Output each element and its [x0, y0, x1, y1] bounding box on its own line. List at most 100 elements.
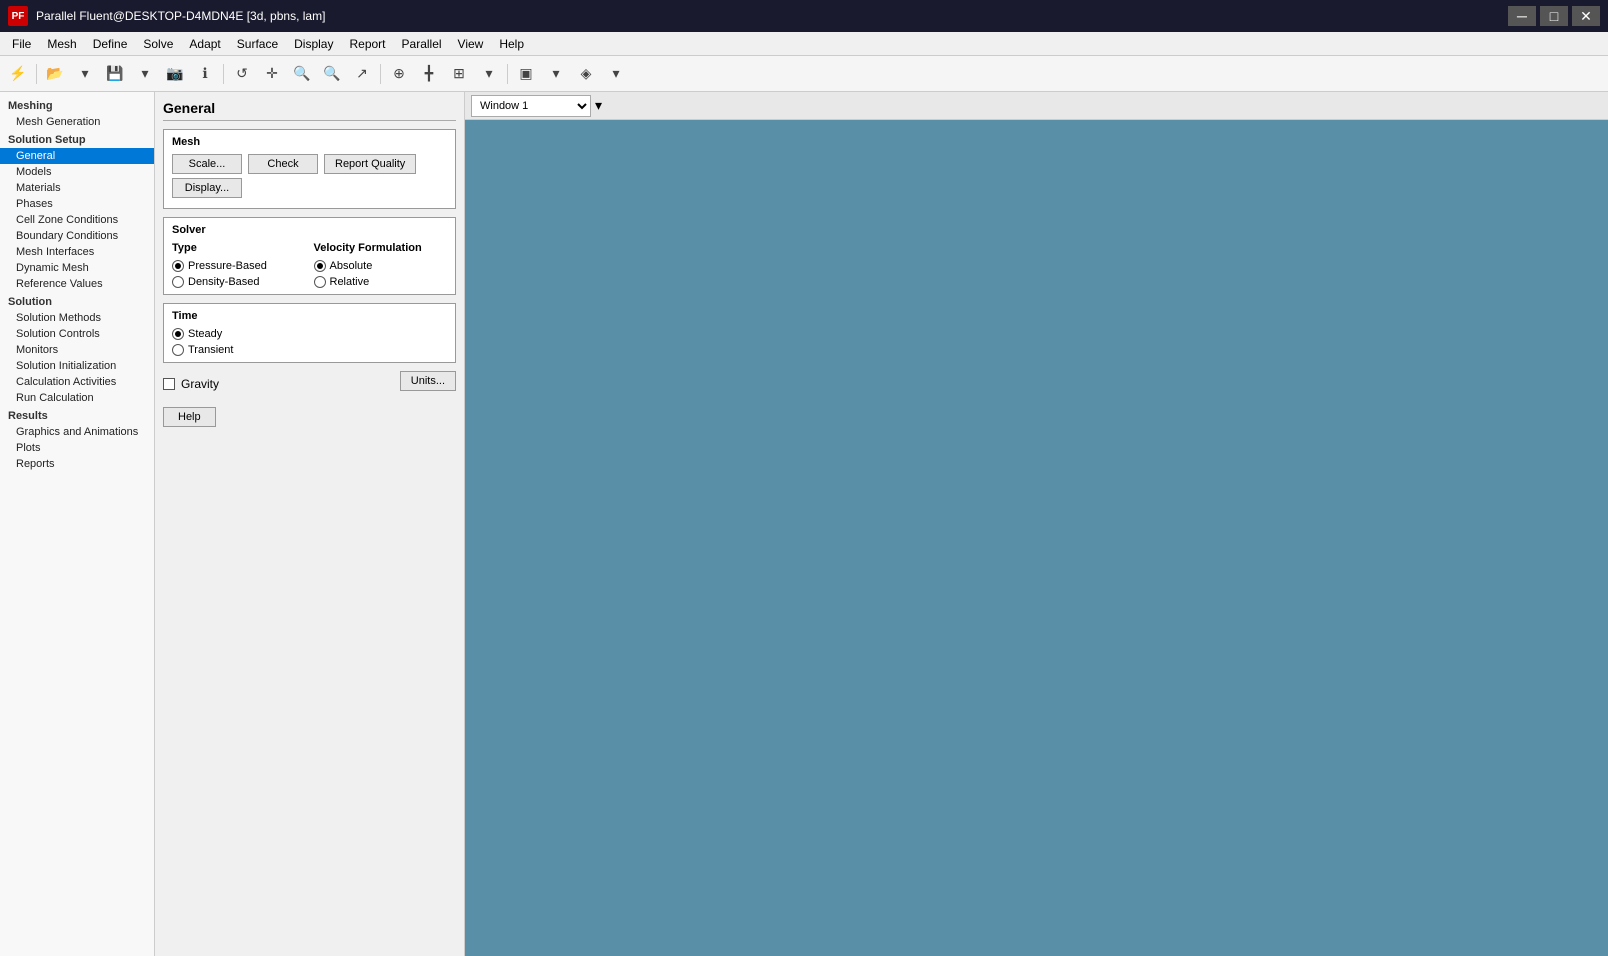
- pressure-based-radio[interactable]: Pressure-Based: [172, 260, 306, 272]
- sidebar-item-materials[interactable]: Materials: [0, 180, 154, 196]
- menu-view[interactable]: View: [450, 35, 492, 53]
- sidebar-item-monitors[interactable]: Monitors: [0, 342, 154, 358]
- maximize-button[interactable]: □: [1540, 6, 1568, 26]
- transient-indicator: [172, 344, 184, 356]
- time-group: Time Steady Transient: [163, 303, 456, 363]
- toolbar-zoom-out-btn[interactable]: 🔍: [318, 61, 346, 87]
- close-button[interactable]: ✕: [1572, 6, 1600, 26]
- viz-viewport: ANSYS R15.0 状态显示如下时，表示获得使用权限，可正常使用: [465, 120, 1608, 956]
- sidebar-item-run-calculation[interactable]: Run Calculation: [0, 390, 154, 406]
- sidebar-item-reports[interactable]: Reports: [0, 456, 154, 472]
- toolbar-color-btn[interactable]: ▣: [512, 61, 540, 87]
- absolute-label: Absolute: [330, 260, 373, 272]
- sidebar-item-solution-initialization[interactable]: Solution Initialization: [0, 358, 154, 374]
- toolbar-logo-btn[interactable]: ⚡: [4, 61, 32, 87]
- sidebar-item-reference-values[interactable]: Reference Values: [0, 276, 154, 292]
- menu-surface[interactable]: Surface: [229, 35, 286, 53]
- relative-radio[interactable]: Relative: [314, 276, 448, 288]
- toolbar-open-btn[interactable]: 📂: [41, 61, 69, 87]
- relative-indicator: [314, 276, 326, 288]
- toolbar-zoom-fit-btn[interactable]: ⊕: [385, 61, 413, 87]
- mesh-group-label: Mesh: [172, 136, 447, 148]
- sidebar-item-solution-controls[interactable]: Solution Controls: [0, 326, 154, 342]
- type-label: Type: [172, 242, 306, 254]
- toolbar-dropdown2-btn[interactable]: ▾: [131, 61, 159, 87]
- sidebar-item-general[interactable]: General: [0, 148, 154, 164]
- steady-radio[interactable]: Steady: [172, 328, 447, 340]
- toolbar-color-dropdown-btn[interactable]: ▾: [542, 61, 570, 87]
- units-button[interactable]: Units...: [400, 371, 456, 391]
- window-dropdown-icon[interactable]: ▾: [595, 97, 602, 114]
- window-controls: ─ □ ✕: [1508, 6, 1600, 26]
- sidebar-item-graphics-animations[interactable]: Graphics and Animations: [0, 424, 154, 440]
- toolbar: ⚡ 📂 ▾ 💾 ▾ 📷 ℹ ↺ ✛ 🔍 🔍 ↗ ⊕ ╋ ⊞ ▾ ▣ ▾ ◈ ▾: [0, 56, 1608, 92]
- toolbar-camera-btn[interactable]: 📷: [161, 61, 189, 87]
- pressure-based-label: Pressure-Based: [188, 260, 267, 272]
- mesh-btn-row-1: Scale... Check Report Quality: [172, 154, 447, 174]
- toolbar-bg-dropdown-btn[interactable]: ▾: [602, 61, 630, 87]
- check-button[interactable]: Check: [248, 154, 318, 174]
- toolbar-refresh-btn[interactable]: ↺: [228, 61, 256, 87]
- sidebar-section-results: Results: [0, 406, 154, 424]
- menu-help[interactable]: Help: [491, 35, 532, 53]
- density-based-radio[interactable]: Density-Based: [172, 276, 306, 288]
- sidebar-item-dynamic-mesh[interactable]: Dynamic Mesh: [0, 260, 154, 276]
- menu-display[interactable]: Display: [286, 35, 341, 53]
- toolbar-grid-dropdown-btn[interactable]: ▾: [475, 61, 503, 87]
- sidebar-section-meshing: Meshing: [0, 96, 154, 114]
- density-based-indicator: [172, 276, 184, 288]
- absolute-radio[interactable]: Absolute: [314, 260, 448, 272]
- menu-define[interactable]: Define: [85, 35, 136, 53]
- sidebar-item-models[interactable]: Models: [0, 164, 154, 180]
- menu-parallel[interactable]: Parallel: [394, 35, 450, 53]
- steady-label: Steady: [188, 328, 222, 340]
- toolbar-select-btn[interactable]: ╋: [415, 61, 443, 87]
- sidebar-item-solution-methods[interactable]: Solution Methods: [0, 310, 154, 326]
- toolbar-grid-btn[interactable]: ⊞: [445, 61, 473, 87]
- sidebar-item-mesh-interfaces[interactable]: Mesh Interfaces: [0, 244, 154, 260]
- mesh-btn-row-2: Display...: [172, 178, 447, 198]
- sidebar: Meshing Mesh Generation Solution Setup G…: [0, 92, 155, 956]
- minimize-button[interactable]: ─: [1508, 6, 1536, 26]
- transient-label: Transient: [188, 344, 233, 356]
- sidebar-item-phases[interactable]: Phases: [0, 196, 154, 212]
- app-icon: PF: [8, 6, 28, 26]
- menu-solve[interactable]: Solve: [135, 35, 181, 53]
- window-title: Parallel Fluent@DESKTOP-D4MDN4E [3d, pbn…: [36, 9, 325, 23]
- help-button[interactable]: Help: [163, 407, 216, 427]
- gravity-label: Gravity: [181, 377, 219, 391]
- window-select[interactable]: Window 1: [471, 95, 591, 117]
- menu-file[interactable]: File: [4, 35, 39, 53]
- toolbar-sep-4: [507, 64, 508, 84]
- mesh-group: Mesh Scale... Check Report Quality Displ…: [163, 129, 456, 209]
- toolbar-info-btn[interactable]: ℹ: [191, 61, 219, 87]
- velocity-label: Velocity Formulation: [314, 242, 448, 254]
- pressure-based-indicator: [172, 260, 184, 272]
- gravity-checkbox[interactable]: [163, 378, 175, 390]
- sidebar-item-calculation-activities[interactable]: Calculation Activities: [0, 374, 154, 390]
- menu-adapt[interactable]: Adapt: [181, 35, 228, 53]
- sidebar-item-plots[interactable]: Plots: [0, 440, 154, 456]
- toolbar-dropdown-btn[interactable]: ▾: [71, 61, 99, 87]
- viz-toolbar: Window 1 ▾: [465, 92, 1608, 120]
- main-layout: Meshing Mesh Generation Solution Setup G…: [0, 92, 1608, 956]
- steady-indicator: [172, 328, 184, 340]
- solver-group-label: Solver: [172, 224, 447, 236]
- menu-report[interactable]: Report: [341, 35, 393, 53]
- content-panel: General Mesh Scale... Check Report Quali…: [155, 92, 465, 956]
- toolbar-bg-btn[interactable]: ◈: [572, 61, 600, 87]
- scale-button[interactable]: Scale...: [172, 154, 242, 174]
- sidebar-item-boundary-conditions[interactable]: Boundary Conditions: [0, 228, 154, 244]
- sidebar-item-cell-zone-conditions[interactable]: Cell Zone Conditions: [0, 212, 154, 228]
- time-radio-group: Steady Transient: [172, 328, 447, 356]
- display-button[interactable]: Display...: [172, 178, 242, 198]
- toolbar-pointer-btn[interactable]: ↗: [348, 61, 376, 87]
- toolbar-zoom-in-btn[interactable]: 🔍: [288, 61, 316, 87]
- sidebar-item-mesh-generation[interactable]: Mesh Generation: [0, 114, 154, 130]
- report-quality-button[interactable]: Report Quality: [324, 154, 416, 174]
- transient-radio[interactable]: Transient: [172, 344, 447, 356]
- toolbar-save-btn[interactable]: 💾: [101, 61, 129, 87]
- sidebar-section-solution-setup: Solution Setup: [0, 130, 154, 148]
- toolbar-move-btn[interactable]: ✛: [258, 61, 286, 87]
- menu-mesh[interactable]: Mesh: [39, 35, 84, 53]
